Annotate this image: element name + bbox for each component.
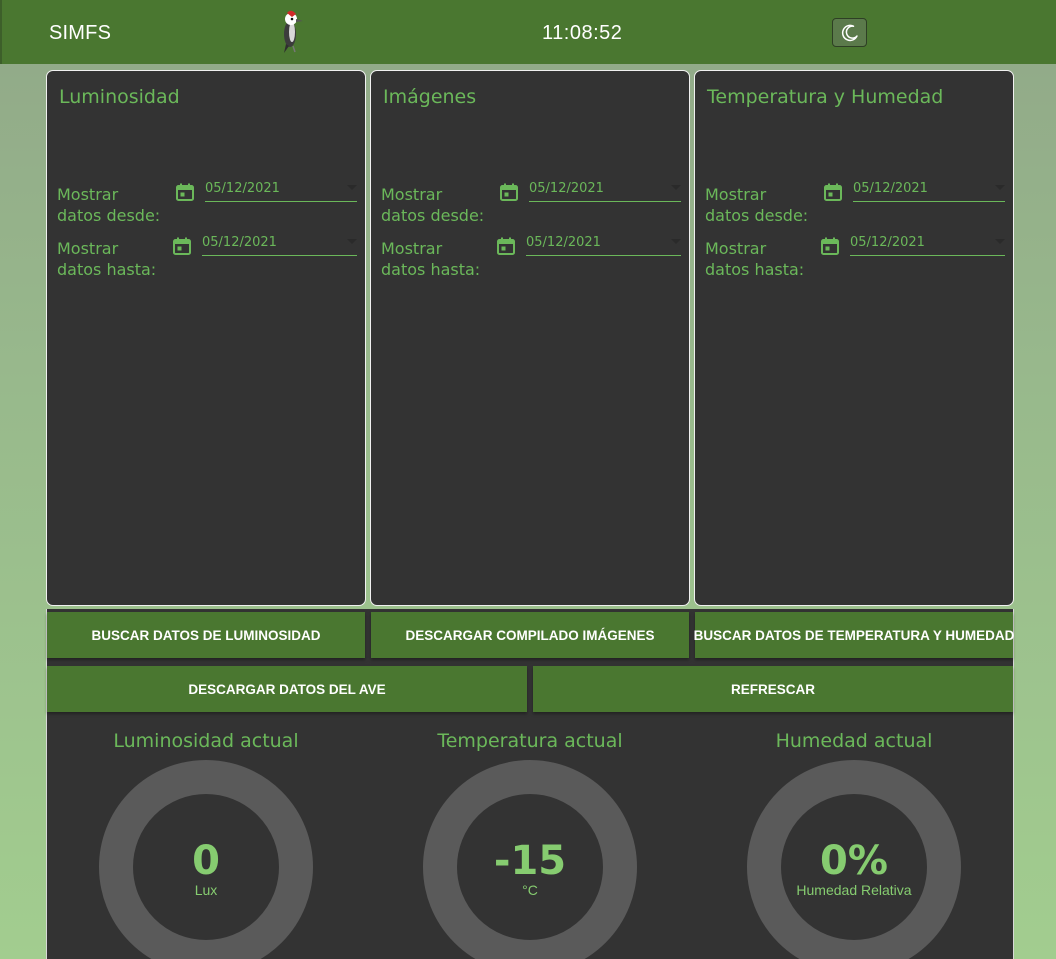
moon-icon	[841, 24, 858, 41]
luminosity-value: 0	[192, 838, 220, 884]
date-from-input[interactable]: 05/12/2021	[853, 180, 1005, 202]
card-title: Imágenes	[383, 86, 477, 108]
images-card: Imágenes Mostrar datos desde: 05/12/2021…	[370, 70, 690, 606]
humidity-gauge-title: Humedad actual	[775, 730, 933, 752]
dropdown-arrow-icon	[347, 185, 357, 190]
dropdown-arrow-icon	[671, 185, 681, 190]
woodpecker-icon	[284, 10, 303, 53]
download-images-button[interactable]: DESCARGAR COMPILADO IMÁGENES	[371, 612, 689, 658]
download-bird-data-button[interactable]: DESCARGAR DATOS DEL AVE	[47, 666, 527, 712]
date-to-value: 05/12/2021	[850, 235, 925, 250]
temperature-unit: °C	[522, 882, 538, 898]
date-to-value: 05/12/2021	[526, 235, 601, 250]
dropdown-arrow-icon	[347, 239, 357, 244]
date-from-label: Mostrar datos desde:	[57, 185, 161, 225]
clock: 11:08:52	[542, 22, 623, 44]
date-from-input[interactable]: 05/12/2021	[205, 180, 357, 202]
date-from-value: 05/12/2021	[529, 181, 604, 196]
refresh-button[interactable]: REFRESCAR	[533, 666, 1013, 712]
luminosity-unit: Lux	[194, 882, 218, 898]
date-from-row: Mostrar datos desde: 05/12/2021	[705, 181, 1005, 230]
theme-toggle-button[interactable]	[832, 18, 867, 47]
temperature-humidity-card: Temperatura y Humedad Mostrar datos desd…	[694, 70, 1014, 606]
dropdown-arrow-icon	[671, 239, 681, 244]
app-brand: SIMFS	[49, 22, 112, 44]
date-to-input[interactable]: 05/12/2021	[850, 234, 1005, 256]
dropdown-arrow-icon	[995, 239, 1005, 244]
date-from-value: 05/12/2021	[205, 181, 280, 196]
temperature-gauge-title: Temperatura actual	[437, 730, 623, 752]
top-app-bar: SIMFS 11:08:52	[0, 0, 1056, 64]
dropdown-arrow-icon	[995, 185, 1005, 190]
calendar-icon[interactable]	[496, 236, 516, 256]
search-luminosity-button[interactable]: BUSCAR DATOS DE LUMINOSIDAD	[47, 612, 365, 658]
date-to-value: 05/12/2021	[202, 235, 277, 250]
calendar-icon[interactable]	[172, 236, 192, 256]
date-to-row: Mostrar datos hasta: 05/12/2021	[705, 235, 1005, 284]
luminosity-card: Luminosidad Mostrar datos desde: 05/12/2…	[46, 70, 366, 606]
calendar-icon[interactable]	[175, 182, 195, 202]
date-from-row: Mostrar datos desde: 05/12/2021	[57, 181, 357, 230]
calendar-icon[interactable]	[820, 236, 840, 256]
date-from-input[interactable]: 05/12/2021	[529, 180, 681, 202]
calendar-icon[interactable]	[823, 182, 843, 202]
date-from-label: Mostrar datos desde:	[705, 185, 809, 225]
date-from-label: Mostrar datos desde:	[381, 185, 485, 225]
humidity-unit: Humedad Relativa	[796, 882, 912, 898]
date-from-value: 05/12/2021	[853, 181, 928, 196]
date-to-row: Mostrar datos hasta: 05/12/2021	[381, 235, 681, 284]
date-from-row: Mostrar datos desde: 05/12/2021	[381, 181, 681, 230]
date-to-row: Mostrar datos hasta: 05/12/2021	[57, 235, 357, 284]
date-to-label: Mostrar datos hasta:	[57, 239, 157, 279]
search-temperature-humidity-button[interactable]: BUSCAR DATOS DE TEMPERATURA Y HUMEDAD	[694, 612, 1014, 658]
calendar-icon[interactable]	[499, 182, 519, 202]
luminosity-gauge-title: Luminosidad actual	[113, 730, 299, 752]
date-to-input[interactable]: 05/12/2021	[202, 234, 357, 256]
date-to-input[interactable]: 05/12/2021	[526, 234, 681, 256]
temperature-value: -15	[493, 838, 567, 884]
date-to-label: Mostrar datos hasta:	[705, 239, 805, 279]
date-to-label: Mostrar datos hasta:	[381, 239, 481, 279]
card-title: Luminosidad	[59, 86, 180, 108]
humidity-value: 0%	[820, 838, 888, 884]
card-title: Temperatura y Humedad	[707, 86, 944, 108]
